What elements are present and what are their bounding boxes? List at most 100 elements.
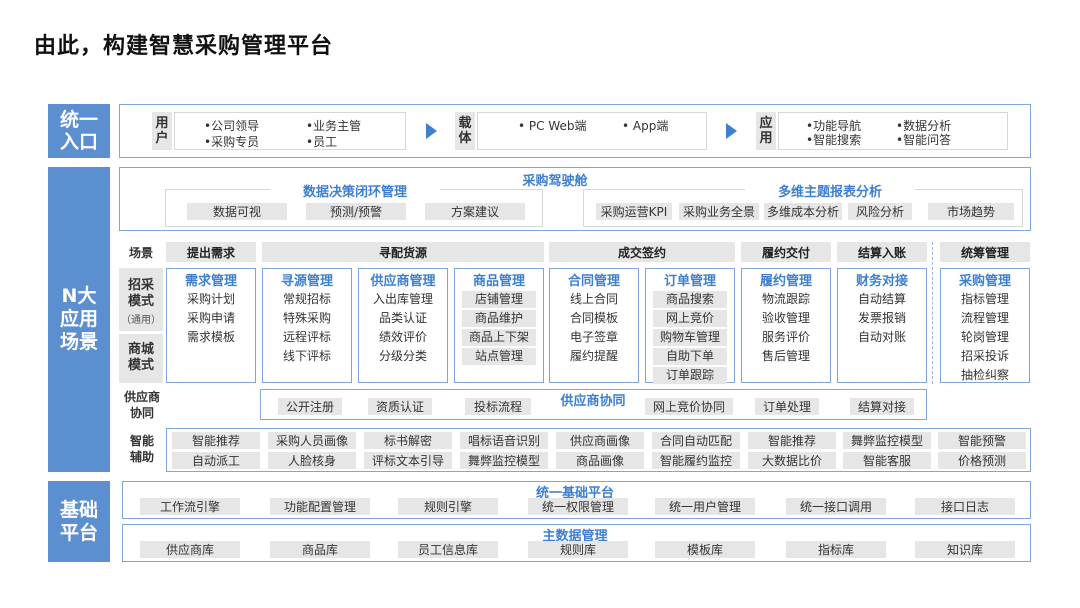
mode-divider <box>119 331 163 334</box>
user-item: •公司领导 <box>204 119 260 133</box>
cockpit-left-item: 数据可视 <box>187 203 287 220</box>
function-item: 品类认证 <box>378 311 427 325</box>
master-data-item: 知识库 <box>915 541 1015 558</box>
supplier-collab-item: 资质认证 <box>368 398 432 415</box>
cockpit-right-item: 多维成本分析 <box>764 203 842 220</box>
function-column-title: 供应商管理 <box>370 274 436 289</box>
function-item: 特殊采购 <box>282 311 331 325</box>
supplier-collab-item: 公开注册 <box>278 398 342 415</box>
function-item: 服务评价 <box>761 330 810 344</box>
ai-assist-item: 评标文本引导 <box>364 452 452 469</box>
function-item: 采购计划 <box>186 292 235 306</box>
function-item: 订单跟踪 <box>653 367 727 384</box>
function-item: 网上竞价 <box>653 310 727 327</box>
cockpit-left-title: 数据决策闭环管理 <box>270 181 440 200</box>
function-column-title: 财务对接 <box>855 274 908 289</box>
unified-platform-item: 统一用户管理 <box>655 498 755 515</box>
function-item: 常规招标 <box>282 292 331 306</box>
function-column-title: 采购管理 <box>958 274 1011 289</box>
cockpit-left-item: 预测/预警 <box>306 203 406 220</box>
ai-assist-item: 供应商画像 <box>556 432 644 449</box>
ai-assist-item: 智能预警 <box>938 432 1026 449</box>
unified-platform-item: 统一接口调用 <box>786 498 886 515</box>
ai-assist-item: 大数据比价 <box>748 452 836 469</box>
function-column: 需求管理采购计划采购申请需求模板 <box>166 268 256 383</box>
function-item: 自动结算 <box>857 292 906 306</box>
function-item: 流程管理 <box>960 311 1009 325</box>
ai-assist-item: 舞弊监控模型 <box>460 452 548 469</box>
cockpit-left-item: 方案建议 <box>425 203 525 220</box>
function-item: 需求模板 <box>186 330 235 344</box>
mode-label-bidding: 招采模式 <box>127 278 154 309</box>
function-item: 招采投诉 <box>960 349 1009 363</box>
function-item: 物流跟踪 <box>761 292 810 306</box>
function-item: 线上合同 <box>569 292 618 306</box>
ai-assist-label: 智能辅助 <box>129 434 154 464</box>
function-item: 采购申请 <box>186 311 235 325</box>
band-label-entry: 统一入口 <box>48 104 110 158</box>
band-label-base: 基础平台 <box>48 481 110 562</box>
app-label: 应用 <box>756 112 776 150</box>
supplier-collab-label: 供应商协同 <box>123 390 160 420</box>
ai-assist-item: 舞弊监控模型 <box>843 432 931 449</box>
function-column-title: 需求管理 <box>184 274 237 289</box>
function-item: 指标管理 <box>960 292 1009 306</box>
carrier-item: • PC Web端 <box>518 119 587 133</box>
function-column: 订单管理 商品搜索 网上竞价 购物车管理 自助下单 订单跟踪 <box>645 268 735 384</box>
function-item: 轮岗管理 <box>960 330 1009 344</box>
master-data-item: 指标库 <box>786 541 886 558</box>
ai-assist-item: 自动派工 <box>172 452 260 469</box>
function-column-title: 商品管理 <box>472 274 525 289</box>
ai-assist-item: 智能推荐 <box>748 432 836 449</box>
arrow-right-icon <box>426 123 437 139</box>
unified-platform-item: 接口日志 <box>915 498 1015 515</box>
function-item: 发票报销 <box>857 311 906 325</box>
unified-platform-item: 规则引擎 <box>398 498 498 515</box>
ai-assist-item: 智能履约监控 <box>652 452 740 469</box>
stage-header: 提出需求 <box>166 242 256 262</box>
cockpit-right-item: 市场趋势 <box>928 203 1014 220</box>
unified-platform-item: 统一权限管理 <box>528 498 628 515</box>
cockpit-title: 采购驾驶舱 <box>522 174 588 189</box>
function-item: 入出库管理 <box>372 292 433 306</box>
function-column: 供应商管理 入出库管理 品类认证 绩效评价 分级分类 <box>358 268 448 383</box>
ai-assist-item: 标书解密 <box>364 432 452 449</box>
page-title: 由此，构建智慧采购管理平台 <box>34 34 334 59</box>
function-item: 验收管理 <box>761 311 810 325</box>
ai-assist-item: 智能客服 <box>843 452 931 469</box>
stage-header: 统筹管理 <box>940 242 1030 262</box>
function-column-title: 订单管理 <box>663 274 716 289</box>
function-column-title: 寻源管理 <box>280 274 333 289</box>
function-item: 自动对账 <box>857 330 906 344</box>
function-item: 电子签章 <box>569 330 618 344</box>
unified-platform-item: 功能配置管理 <box>270 498 370 515</box>
function-item: 线下评标 <box>282 349 331 363</box>
mode-label-bidding-sub: （通用） <box>121 315 161 326</box>
ai-assist-item: 智能推荐 <box>172 432 260 449</box>
supplier-collab-item: 网上竞价协同 <box>645 398 733 415</box>
function-item: 购物车管理 <box>653 329 727 346</box>
master-data-item: 规则库 <box>528 541 628 558</box>
function-item: 自助下单 <box>653 348 727 365</box>
supplier-collab-item: 订单处理 <box>755 398 819 415</box>
master-data-item: 员工信息库 <box>398 541 498 558</box>
master-data-item: 模板库 <box>655 541 755 558</box>
function-item: 商品维护 <box>462 310 536 327</box>
cockpit-right-item: 风险分析 <box>848 203 912 220</box>
user-item: •采购专员 <box>204 135 260 149</box>
user-label: 用户 <box>152 112 172 150</box>
function-item: 站点管理 <box>462 348 536 365</box>
stage-divider <box>932 242 933 384</box>
cockpit-right-title: 多维主题报表分析 <box>745 181 915 200</box>
function-column: 财务对接自动结算发票报销自动对账 <box>837 268 927 383</box>
scene-label: 场景 <box>128 246 153 260</box>
ai-assist-item: 人脸核身 <box>268 452 356 469</box>
function-column: 商品管理 店铺管理 商品维护 商品上下架 站点管理 <box>454 268 544 383</box>
ai-assist-item: 合同自动匹配 <box>652 432 740 449</box>
stage-header: 寻配货源 <box>262 242 544 262</box>
function-column: 合同管理 线上合同 合同模板 电子签章 履约提醒 <box>549 268 639 383</box>
unified-platform-item: 工作流引擎 <box>140 498 240 515</box>
function-item: 合同模板 <box>569 311 618 325</box>
ai-assist-item: 商品画像 <box>556 452 644 469</box>
user-item: •员工 <box>306 135 338 149</box>
